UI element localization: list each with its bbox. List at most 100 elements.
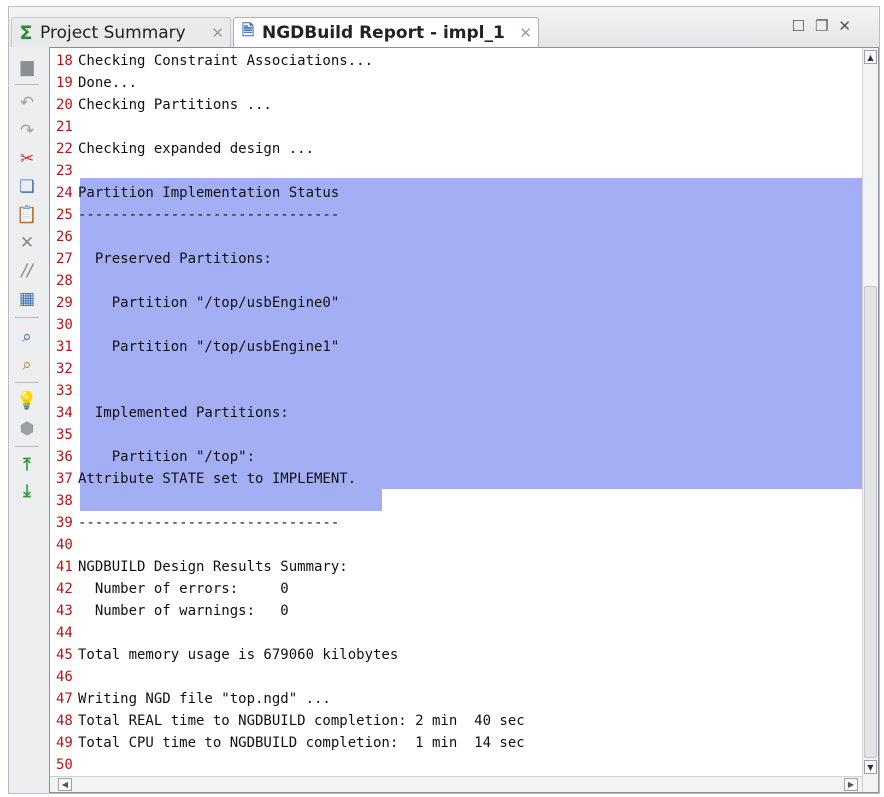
- code-line[interactable]: 32: [50, 358, 862, 380]
- code-line[interactable]: 28: [50, 270, 862, 292]
- code-line[interactable]: 40: [50, 534, 862, 556]
- code-line[interactable]: 48 Total REAL time to NGDBUILD completion…: [50, 710, 862, 732]
- line-number: 42: [56, 581, 73, 597]
- scroll-up-icon[interactable]: ▲: [864, 50, 877, 64]
- find-in-files-icon[interactable]: ⌕: [15, 353, 39, 377]
- find-icon[interactable]: ⌕: [15, 325, 39, 349]
- scroll-down-icon[interactable]: ▼: [864, 760, 877, 774]
- line-text: Checking Constraint Associations...: [78, 53, 374, 69]
- code-line[interactable]: 19 Done...: [50, 72, 862, 94]
- line-text: Total REAL time to NGDBUILD completion: …: [78, 713, 525, 729]
- scroll-top-icon[interactable]: ⤒: [15, 453, 39, 477]
- line-number: 25: [56, 207, 73, 223]
- code-line[interactable]: 30: [50, 314, 862, 336]
- document-icon: 🗎: [241, 21, 255, 39]
- select-all-icon[interactable]: ▦: [15, 287, 39, 311]
- redo-icon[interactable]: ↷: [15, 119, 39, 143]
- line-text: Partition Implementation Status: [78, 185, 340, 201]
- puzzle-icon[interactable]: ⬢: [15, 417, 39, 441]
- line-number: 44: [56, 625, 73, 641]
- code-line[interactable]: 39 -------------------------------: [50, 512, 862, 534]
- sigma-icon: Σ: [19, 21, 33, 44]
- line-number: 50: [56, 757, 73, 773]
- tab-ngdbuild-report[interactable]: 🗎 NGDBuild Report - impl_1 ✕: [233, 17, 539, 47]
- line-text: -------------------------------: [78, 207, 340, 223]
- lightbulb-icon[interactable]: 💡: [15, 389, 39, 413]
- line-text: Checking expanded design ...: [78, 141, 315, 157]
- code-line[interactable]: 27 Preserved Partitions:: [50, 248, 862, 270]
- line-text: Attribute STATE set to IMPLEMENT.: [78, 471, 357, 487]
- code-line[interactable]: 46: [50, 666, 862, 688]
- code-line[interactable]: 35: [50, 424, 862, 446]
- line-number: 21: [56, 119, 73, 135]
- line-number: 27: [56, 251, 73, 267]
- code-line[interactable]: 44: [50, 622, 862, 644]
- line-text: Partition "/top/usbEngine0": [78, 295, 340, 311]
- code-line[interactable]: 25 -------------------------------: [50, 204, 862, 226]
- code-line[interactable]: 41 NGDBUILD Design Results Summary:: [50, 556, 862, 578]
- code-line[interactable]: 50: [50, 754, 862, 776]
- copy-icon[interactable]: ❏: [15, 175, 39, 199]
- toolbar-separator: [15, 446, 39, 447]
- code-line[interactable]: 49 Total CPU time to NGDBUILD completion:…: [50, 732, 862, 754]
- scroll-left-icon[interactable]: ◀: [58, 778, 72, 791]
- close-icon[interactable]: ✕: [511, 24, 532, 42]
- line-number: 43: [56, 603, 73, 619]
- code-line[interactable]: 20 Checking Partitions ...: [50, 94, 862, 116]
- code-line[interactable]: 26: [50, 226, 862, 248]
- line-text: Checking Partitions ...: [78, 97, 272, 113]
- code-line[interactable]: 31 Partition "/top/usbEngine1": [50, 336, 862, 358]
- line-text: Total CPU time to NGDBUILD completion: 1…: [78, 735, 525, 751]
- tab-label: NGDBuild Report - impl_1: [262, 22, 505, 43]
- vertical-scrollbar[interactable]: ▲ ▼: [862, 48, 878, 792]
- code-line[interactable]: 29 Partition "/top/usbEngine0": [50, 292, 862, 314]
- line-number: 30: [56, 317, 73, 333]
- line-number: 39: [56, 515, 73, 531]
- line-number: 22: [56, 141, 73, 157]
- code-line[interactable]: 42 Number of errors: 0: [50, 578, 862, 600]
- close-window-icon[interactable]: ✕: [838, 17, 861, 35]
- tab-project-summary[interactable]: Σ Project Summary ✕: [11, 17, 231, 47]
- undo-icon[interactable]: ↶: [15, 91, 39, 115]
- line-text: Total memory usage is 679060 kilobytes: [78, 647, 399, 663]
- code-line[interactable]: 43 Number of warnings: 0: [50, 600, 862, 622]
- code-line[interactable]: 34 Implemented Partitions:: [50, 402, 862, 424]
- horizontal-scrollbar[interactable]: ◀ ▶: [50, 776, 862, 792]
- line-number: 23: [56, 163, 73, 179]
- code-line[interactable]: 45 Total memory usage is 679060 kilobytes: [50, 644, 862, 666]
- code-line[interactable]: 38: [50, 490, 862, 512]
- line-text: NGDBUILD Design Results Summary:: [78, 559, 348, 575]
- cut-icon[interactable]: ✂: [15, 147, 39, 171]
- code-line[interactable]: 21: [50, 116, 862, 138]
- text-editor[interactable]: 18 Checking Constraint Associations... 19 D…: [49, 47, 879, 793]
- line-number: 32: [56, 361, 73, 377]
- code-line[interactable]: 47 Writing NGD file "top.ngd" ...: [50, 688, 862, 710]
- code-line[interactable]: 23: [50, 160, 862, 182]
- save-icon[interactable]: ▆: [15, 55, 39, 79]
- paste-icon[interactable]: 📋: [15, 203, 39, 227]
- code-line[interactable]: 37 Attribute STATE set to IMPLEMENT.: [50, 468, 862, 490]
- line-text: Number of errors: 0: [78, 581, 289, 597]
- line-number: 20: [56, 97, 73, 113]
- line-text: Writing NGD file "top.ngd" ...: [78, 691, 331, 707]
- delete-icon[interactable]: ✕: [15, 231, 39, 255]
- comment-icon[interactable]: //: [15, 259, 39, 283]
- line-number: 49: [56, 735, 73, 751]
- scroll-right-icon[interactable]: ▶: [844, 778, 858, 791]
- toolbar-separator: [15, 84, 39, 85]
- code-line[interactable]: 33: [50, 380, 862, 402]
- restore-icon[interactable]: ❐: [815, 17, 838, 35]
- maximize-icon[interactable]: ☐: [792, 17, 815, 35]
- line-number: 47: [56, 691, 73, 707]
- code-line[interactable]: 36 Partition "/top":: [50, 446, 862, 468]
- line-number: 36: [56, 449, 73, 465]
- scroll-bottom-icon[interactable]: ⤓: [15, 479, 39, 503]
- code-line[interactable]: 24 Partition Implementation Status: [50, 182, 862, 204]
- code-line[interactable]: 22 Checking expanded design ...: [50, 138, 862, 160]
- line-text: Partition "/top":: [78, 449, 256, 465]
- close-icon[interactable]: ✕: [203, 24, 224, 42]
- code-line[interactable]: 18 Checking Constraint Associations...: [50, 50, 862, 72]
- editor-window: Σ Project Summary ✕ 🗎 NGDBuild Report - …: [8, 6, 880, 794]
- line-text: Number of warnings: 0: [78, 603, 289, 619]
- scrollbar-thumb[interactable]: [864, 286, 877, 758]
